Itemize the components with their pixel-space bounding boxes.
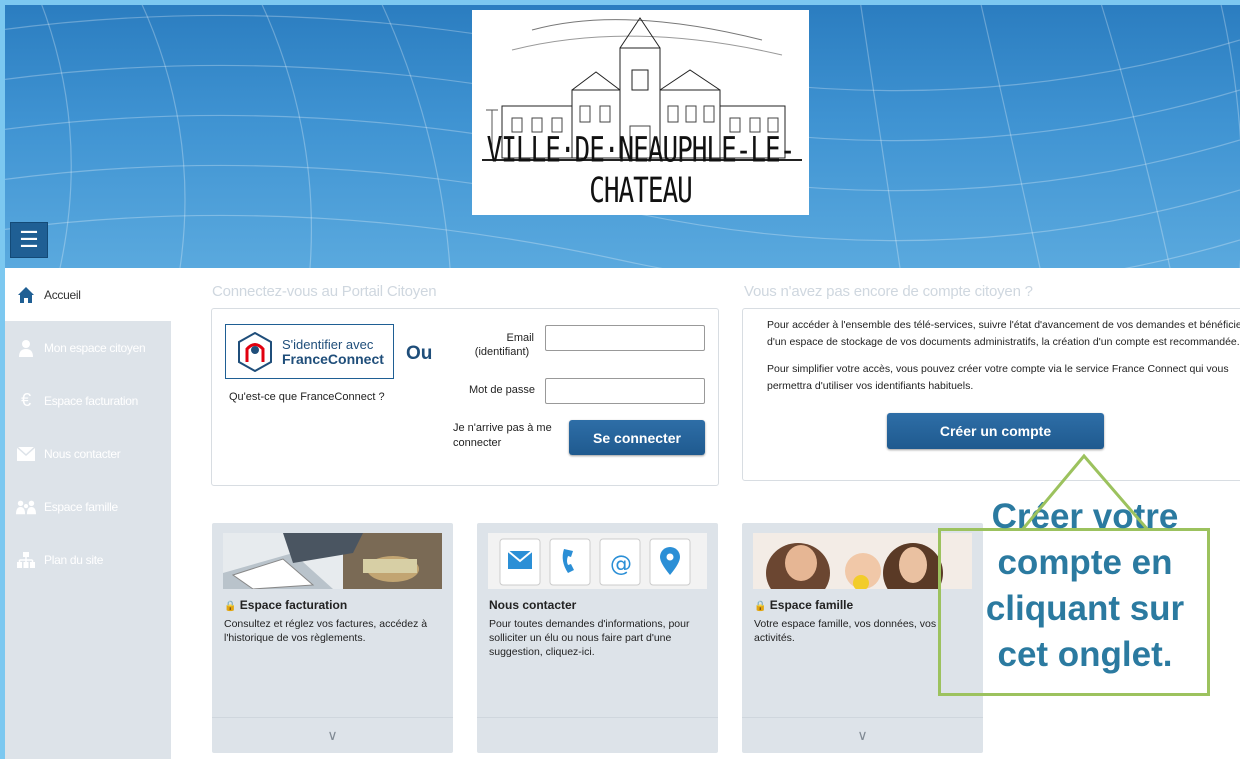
sidebar-item-label: Espace famille [44,499,118,514]
envelope-icon [16,444,36,464]
register-description-2: Pour simplifier votre accès, vous pouvez… [767,363,1229,392]
chevron-down-icon: ∨ [327,727,338,743]
email-field[interactable] [546,326,704,350]
sidebar-item-label: Nous contacter [44,446,121,461]
sitemap-icon [16,550,36,570]
at-icon: @ [610,552,632,577]
callout-arrow-icon [1020,453,1150,531]
franceconnect-button[interactable]: S'identifier avec FranceConnect [225,324,394,379]
sidebar-item-espace-famille[interactable]: Espace famille [0,480,171,533]
franceconnect-line2: FranceConnect [282,350,384,367]
email-label-text: Email [506,332,534,344]
card-espace-facturation[interactable]: 🔒 Espace facturation Consultez et réglez… [212,523,453,753]
envelope-icon [507,550,533,569]
city-logo[interactable]: VILLE·DE·NEAUPHLE-LE-CHATEAU [472,10,809,215]
franceconnect-info-link[interactable]: Qu'est-ce que FranceConnect ? [229,391,385,403]
login-button[interactable]: Se connecter [569,420,705,455]
card-expand-button[interactable]: ∨ [212,717,453,753]
create-account-button[interactable]: Créer un compte [887,413,1104,449]
password-field-wrapper [545,378,705,404]
city-name: VILLE·DE·NEAUPHLE-LE-CHATEAU [486,130,796,212]
sidebar-item-label: Espace facturation [44,393,138,408]
sidebar-item-nous-contacter[interactable]: Nous contacter [0,427,171,480]
family-icon [16,497,36,517]
card-footer [477,717,718,753]
sidebar-item-label: Accueil [44,287,81,302]
card-image-contact: @ [488,533,707,589]
register-section-title: Vous n'avez pas encore de compte citoyen… [744,283,1033,300]
email-sublabel: (identifiant) [474,346,530,358]
franceconnect-label: S'identifier avec FranceConnect [282,337,384,367]
sidebar-item-label: Plan du site [44,552,104,567]
menu-toggle-button[interactable]: ☰ [10,222,48,258]
franceconnect-logo-icon [238,331,272,372]
franceconnect-line1: S'identifier avec [282,336,374,352]
card-nous-contacter[interactable]: @ Nous contacter Pour toutes demandes d'… [477,523,718,753]
or-separator: Ou [406,343,433,364]
email-label: Email (identifiant) [462,331,542,359]
card-description: Pour toutes demandes d'informations, pou… [489,618,690,658]
lock-icon: 🔒 [754,601,767,612]
sidebar-item-mon-espace-citoyen[interactable]: Mon espace citoyen [0,321,171,374]
password-label: Mot de passe [468,384,536,396]
register-panel: Pour accéder à l'ensemble des télé-servi… [742,308,1240,481]
card-title: 🔒 Espace facturation [224,598,347,612]
sidebar-item-accueil[interactable]: Accueil [0,268,171,321]
card-title-text: Espace famille [769,598,854,612]
email-field-wrapper [545,325,705,351]
card-title-text: Nous contacter [489,598,577,612]
register-description-1: Pour accéder à l'ensemble des télé-servi… [767,319,1240,348]
home-icon [16,285,36,305]
login-section-title: Connectez-vous au Portail Citoyen [212,283,437,300]
user-icon [16,338,36,358]
sidebar-item-label: Mon espace citoyen [44,340,146,355]
euro-icon: € [21,390,31,410]
hamburger-icon: ☰ [19,227,39,252]
sidebar-item-espace-facturation[interactable]: € Espace facturation [0,374,171,427]
card-expand-button[interactable]: ∨ [742,717,983,753]
card-title: Nous contacter [489,598,576,612]
lock-icon: 🔒 [224,601,237,612]
chevron-down-icon: ∨ [857,727,868,743]
forgot-password-link[interactable]: Je n'arrive pas à me connecter [453,421,553,451]
card-title-text: Espace facturation [239,598,348,612]
site-header: VILLE·DE·NEAUPHLE-LE-CHATEAU ☰ [0,0,1240,268]
password-field[interactable] [546,379,704,403]
card-description: Consultez et réglez vos factures, accéde… [224,618,428,644]
card-title: 🔒 Espace famille [754,598,853,612]
login-panel: S'identifier avec FranceConnect Ou Qu'es… [211,308,719,486]
card-image-billing [223,533,442,589]
sidebar: Accueil Mon espace citoyen € Espace fact… [0,268,171,759]
sidebar-item-plan-du-site[interactable]: Plan du site [0,533,171,586]
